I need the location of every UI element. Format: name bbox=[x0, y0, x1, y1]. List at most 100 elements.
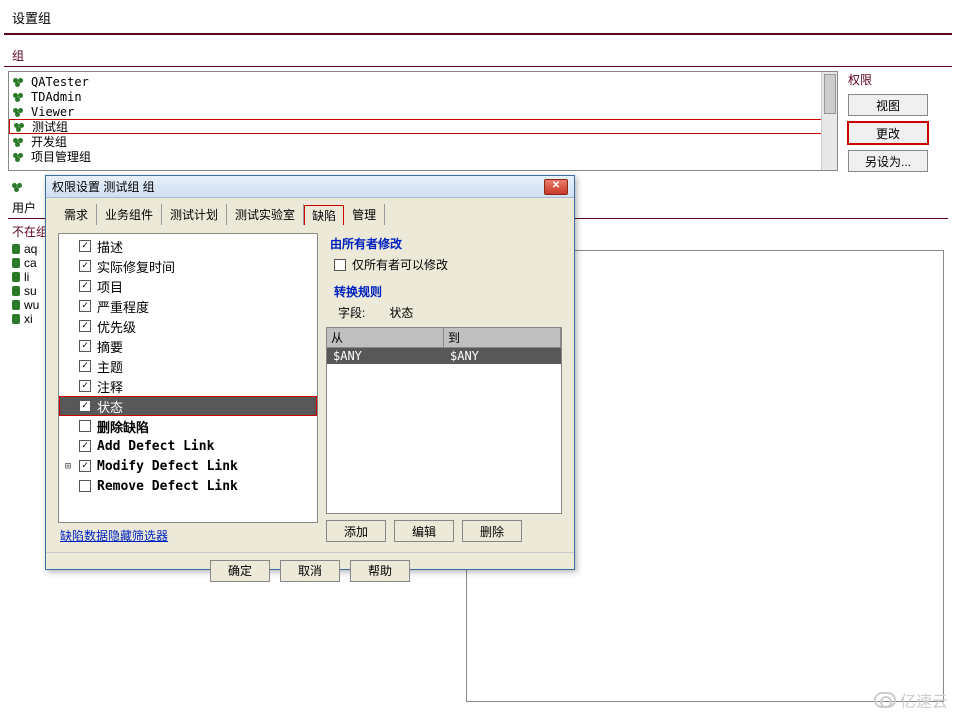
transition-title: 转换规则 bbox=[330, 281, 558, 302]
tree-checkbox[interactable] bbox=[79, 480, 91, 492]
tree-label: 注释 bbox=[97, 377, 123, 396]
group-item[interactable]: 测试组 bbox=[9, 119, 837, 134]
tree-checkbox[interactable] bbox=[79, 440, 91, 452]
tree-checkbox[interactable] bbox=[79, 280, 91, 292]
tree-row[interactable]: 严重程度 bbox=[59, 296, 317, 316]
user-name: xi bbox=[24, 312, 33, 326]
group-item[interactable]: Viewer bbox=[9, 104, 837, 119]
group-item-label: TDAdmin bbox=[31, 90, 82, 104]
permissions-label: 权限 bbox=[848, 71, 948, 88]
tab[interactable]: 测试实验室 bbox=[227, 204, 304, 225]
tab[interactable]: 管理 bbox=[344, 204, 385, 225]
tree-checkbox[interactable] bbox=[79, 260, 91, 272]
tab[interactable]: 测试计划 bbox=[162, 204, 227, 225]
user-name: wu bbox=[24, 298, 39, 312]
cloud-icon bbox=[874, 692, 896, 708]
users-icon bbox=[12, 181, 26, 193]
tree-label: Add Defect Link bbox=[97, 439, 214, 454]
group-item[interactable]: TDAdmin bbox=[9, 89, 837, 104]
tree-checkbox[interactable] bbox=[79, 380, 91, 392]
change-button[interactable]: 更改 bbox=[848, 122, 928, 144]
tree-checkbox[interactable] bbox=[79, 320, 91, 332]
tree-row[interactable]: 描述 bbox=[59, 236, 317, 256]
tree-row[interactable]: 状态 bbox=[59, 396, 317, 416]
tree-label: 项目 bbox=[97, 277, 123, 296]
ok-button[interactable]: 确定 bbox=[210, 560, 270, 582]
owner-section-title: 由所有者修改 bbox=[330, 235, 558, 252]
transition-table[interactable]: 从到 $ANY$ANY bbox=[326, 327, 562, 514]
dialog-titlebar[interactable]: 权限设置 测试组 组 ✕ bbox=[46, 176, 574, 198]
scroll-thumb[interactable] bbox=[824, 74, 836, 114]
edit-button[interactable]: 编辑 bbox=[394, 520, 454, 542]
permissions-tree[interactable]: 描述实际修复时间项目严重程度优先级摘要主题注释状态删除缺陷 Add Defect … bbox=[58, 233, 318, 523]
tree-checkbox[interactable] bbox=[79, 360, 91, 372]
user-name: aq bbox=[24, 242, 37, 256]
group-item-label: Viewer bbox=[31, 105, 74, 119]
user-icon bbox=[12, 272, 20, 282]
defect-filter-link[interactable]: 缺陷数据隐藏筛选器 bbox=[58, 523, 318, 548]
scrollbar[interactable] bbox=[821, 72, 837, 170]
tree-label: 摘要 bbox=[97, 337, 123, 356]
table-row[interactable]: $ANY$ANY bbox=[327, 348, 561, 364]
group-icon bbox=[13, 76, 27, 88]
tree-row[interactable]: 注释 bbox=[59, 376, 317, 396]
close-icon[interactable]: ✕ bbox=[544, 179, 568, 195]
tree-label: 主题 bbox=[97, 357, 123, 376]
view-button[interactable]: 视图 bbox=[848, 94, 928, 116]
expand-icon[interactable]: ⊞ bbox=[63, 461, 73, 472]
group-item-label: 项目管理组 bbox=[31, 148, 91, 165]
tree-checkbox[interactable] bbox=[79, 420, 91, 432]
save-as-button[interactable]: 另设为... bbox=[848, 150, 928, 172]
tree-label: Remove Defect Link bbox=[97, 479, 238, 494]
add-button[interactable]: 添加 bbox=[326, 520, 386, 542]
table-header-cell[interactable]: 到 bbox=[444, 328, 561, 348]
group-item[interactable]: 开发组 bbox=[9, 134, 837, 149]
tree-checkbox[interactable] bbox=[79, 460, 91, 472]
group-icon bbox=[13, 136, 27, 148]
field-value: 状态 bbox=[389, 304, 413, 321]
tree-checkbox[interactable] bbox=[79, 240, 91, 252]
tree-label: 优先级 bbox=[97, 317, 136, 336]
group-icon bbox=[13, 91, 27, 103]
tree-row[interactable]: ⊞ Modify Defect Link bbox=[59, 456, 317, 476]
tree-row[interactable]: 项目 bbox=[59, 276, 317, 296]
tab[interactable]: 缺陷 bbox=[304, 205, 344, 225]
tree-checkbox[interactable] bbox=[79, 340, 91, 352]
tree-checkbox[interactable] bbox=[79, 300, 91, 312]
group-icon bbox=[14, 121, 28, 133]
delete-button[interactable]: 删除 bbox=[462, 520, 522, 542]
owner-only-checkbox[interactable] bbox=[334, 259, 346, 271]
user-icon bbox=[12, 314, 20, 324]
tree-label: Modify Defect Link bbox=[97, 459, 238, 474]
table-cell: $ANY bbox=[327, 348, 444, 364]
tree-row[interactable]: 实际修复时间 bbox=[59, 256, 317, 276]
tree-label: 描述 bbox=[97, 237, 123, 256]
group-item[interactable]: QATester bbox=[9, 74, 837, 89]
cancel-button[interactable]: 取消 bbox=[280, 560, 340, 582]
tree-checkbox[interactable] bbox=[79, 400, 91, 412]
tree-row[interactable]: Remove Defect Link bbox=[59, 476, 317, 496]
user-icon bbox=[12, 258, 20, 268]
tree-row[interactable]: 摘要 bbox=[59, 336, 317, 356]
tree-label: 状态 bbox=[97, 397, 123, 416]
user-icon bbox=[12, 300, 20, 310]
group-list[interactable]: QATesterTDAdminViewer测试组开发组项目管理组 bbox=[8, 71, 838, 171]
user-icon bbox=[12, 286, 20, 296]
tree-label: 实际修复时间 bbox=[97, 257, 175, 276]
tree-row[interactable]: Add Defect Link bbox=[59, 436, 317, 456]
group-item[interactable]: 项目管理组 bbox=[9, 149, 837, 164]
tree-label: 严重程度 bbox=[97, 297, 149, 316]
tab[interactable]: 需求 bbox=[56, 204, 97, 225]
table-header-cell[interactable]: 从 bbox=[327, 328, 444, 348]
tree-row[interactable]: 优先级 bbox=[59, 316, 317, 336]
dialog-title: 权限设置 测试组 组 bbox=[52, 178, 155, 195]
tree-row[interactable]: 删除缺陷 bbox=[59, 416, 317, 436]
user-name: ca bbox=[24, 256, 37, 270]
permissions-dialog: 权限设置 测试组 组 ✕ 需求业务组件测试计划测试实验室缺陷管理 描述实际修复时… bbox=[45, 175, 575, 570]
tree-label: 删除缺陷 bbox=[97, 417, 149, 436]
tree-row[interactable]: 主题 bbox=[59, 356, 317, 376]
user-icon bbox=[12, 244, 20, 254]
help-button[interactable]: 帮助 bbox=[350, 560, 410, 582]
field-label: 字段: bbox=[338, 304, 365, 321]
tab[interactable]: 业务组件 bbox=[97, 204, 162, 225]
